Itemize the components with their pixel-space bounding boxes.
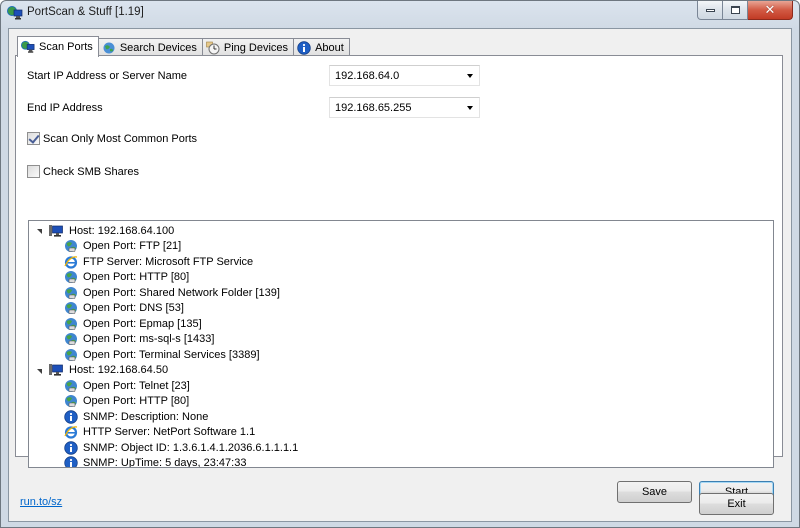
tree-item-row[interactable]: Open Port: Telnet [23] bbox=[29, 378, 773, 394]
computer-icon bbox=[48, 363, 64, 377]
scan-ports-panel: Start IP Address or Server Name 192.168.… bbox=[15, 55, 783, 503]
item-label: Open Port: HTTP [80] bbox=[83, 271, 190, 284]
expand-arrow-icon[interactable] bbox=[37, 229, 42, 235]
tree-item-row[interactable]: Open Port: FTP [21] bbox=[29, 239, 773, 255]
start-ip-value: 192.168.64.0 bbox=[335, 69, 400, 82]
host-label: Host: 192.168.64.50 bbox=[69, 364, 169, 377]
common-ports-label: Scan Only Most Common Ports bbox=[43, 132, 198, 145]
item-label: Open Port: Shared Network Folder [139] bbox=[83, 286, 280, 299]
tree-item-row[interactable]: Open Port: HTTP [80] bbox=[29, 394, 773, 410]
globe-icon bbox=[64, 317, 78, 331]
client-area: Scan Ports Search Devices Ping Devices A… bbox=[8, 28, 792, 522]
exit-button-label: Exit bbox=[727, 498, 746, 510]
close-button[interactable]: ✕ bbox=[748, 1, 793, 20]
common-ports-checkbox[interactable] bbox=[27, 132, 40, 145]
maximize-icon bbox=[730, 6, 740, 14]
minimize-button[interactable] bbox=[697, 1, 723, 20]
tree-item-row[interactable]: SNMP: Object ID: 1.3.6.1.4.1.2036.6.1.1.… bbox=[29, 440, 773, 456]
info-icon bbox=[64, 410, 78, 424]
caption-buttons: ✕ bbox=[697, 1, 793, 20]
tree-item-row[interactable]: SNMP: UpTime: 5 days, 23:47:33 bbox=[29, 456, 773, 468]
tab-label: Search Devices bbox=[119, 41, 197, 54]
item-label: HTTP Server: NetPort Software 1.1 bbox=[83, 426, 256, 439]
globe-icon bbox=[64, 332, 78, 346]
chevron-down-icon[interactable] bbox=[467, 106, 473, 110]
tree-item-row[interactable]: HTTP Server: NetPort Software 1.1 bbox=[29, 425, 773, 441]
end-ip-label: End IP Address bbox=[27, 102, 103, 114]
save-button-label: Save bbox=[641, 486, 668, 498]
expand-arrow-icon[interactable] bbox=[37, 368, 42, 374]
computer-icon bbox=[48, 224, 64, 238]
app-window: PortScan & Stuff [1.19] ✕ Scan Ports Sea… bbox=[0, 0, 800, 528]
tab-about[interactable]: About bbox=[293, 38, 350, 56]
info-icon bbox=[64, 456, 78, 467]
globe-icon bbox=[64, 286, 78, 300]
globe-icon bbox=[64, 348, 78, 362]
tab-scan-ports[interactable]: Scan Ports bbox=[17, 36, 99, 57]
tree-host-row[interactable]: Host: 192.168.64.100 bbox=[29, 223, 773, 239]
info-icon bbox=[64, 441, 78, 455]
globe-search-icon bbox=[103, 42, 115, 53]
tree-item-row[interactable]: SNMP: Description: None bbox=[29, 409, 773, 425]
globe-icon bbox=[64, 379, 78, 393]
tab-strip: Scan Ports Search Devices Ping Devices A… bbox=[17, 36, 350, 57]
end-ip-value: 192.168.65.255 bbox=[335, 101, 412, 114]
info-icon bbox=[297, 40, 311, 55]
tab-ping-devices[interactable]: Ping Devices bbox=[201, 38, 295, 56]
end-ip-combobox[interactable]: 192.168.65.255 bbox=[329, 97, 480, 118]
smb-shares-checkbox[interactable] bbox=[27, 165, 40, 178]
globe-icon bbox=[64, 301, 78, 315]
window-title: PortScan & Stuff [1.19] bbox=[27, 6, 144, 18]
network-computer-icon bbox=[21, 40, 35, 53]
tab-label: About bbox=[315, 41, 344, 54]
chevron-down-icon[interactable] bbox=[467, 74, 473, 78]
tree-item-row[interactable]: FTP Server: Microsoft FTP Service bbox=[29, 254, 773, 270]
globe-icon bbox=[64, 239, 78, 253]
title-bar[interactable]: PortScan & Stuff [1.19] ✕ bbox=[1, 1, 799, 25]
item-label: Open Port: ms-sql-s [1433] bbox=[83, 333, 215, 346]
close-icon: ✕ bbox=[764, 2, 776, 18]
host-label: Host: 192.168.64.100 bbox=[69, 224, 175, 237]
tree-item-row[interactable]: Open Port: ms-sql-s [1433] bbox=[29, 332, 773, 348]
item-label: Open Port: DNS [53] bbox=[83, 302, 184, 315]
results-tree[interactable]: Host: 192.168.64.100 Open Port: FTP [21] F… bbox=[28, 220, 774, 468]
start-ip-combobox[interactable]: 192.168.64.0 bbox=[329, 65, 480, 86]
item-label: Open Port: Telnet [23] bbox=[83, 379, 190, 392]
item-label: FTP Server: Microsoft FTP Service bbox=[83, 255, 254, 268]
tree-item-row[interactable]: Open Port: Shared Network Folder [139] bbox=[29, 285, 773, 301]
website-link[interactable]: run.to/sz bbox=[20, 496, 62, 508]
globe-icon bbox=[64, 394, 78, 408]
ie-icon bbox=[64, 255, 78, 269]
tree-host-row[interactable]: Host: 192.168.64.50 bbox=[29, 363, 773, 379]
common-ports-option[interactable]: Scan Only Most Common Ports bbox=[27, 132, 197, 145]
stopwatch-icon bbox=[206, 41, 220, 54]
tab-label: Scan Ports bbox=[39, 41, 93, 53]
start-ip-label: Start IP Address or Server Name bbox=[27, 70, 187, 82]
globe-icon bbox=[64, 270, 78, 284]
tree-item-row[interactable]: Open Port: Terminal Services [3389] bbox=[29, 347, 773, 363]
smb-shares-label: Check SMB Shares bbox=[43, 165, 139, 178]
tree-item-row[interactable]: Open Port: DNS [53] bbox=[29, 301, 773, 317]
app-icon bbox=[7, 6, 23, 20]
maximize-button[interactable] bbox=[723, 1, 748, 20]
tree-item-row[interactable]: Open Port: HTTP [80] bbox=[29, 270, 773, 286]
tab-search-devices[interactable]: Search Devices bbox=[97, 38, 203, 56]
tab-label: Ping Devices bbox=[223, 41, 289, 54]
item-label: SNMP: UpTime: 5 days, 23:47:33 bbox=[83, 457, 247, 468]
item-label: SNMP: Description: None bbox=[83, 410, 209, 423]
smb-shares-option[interactable]: Check SMB Shares bbox=[27, 165, 139, 178]
item-label: Open Port: Epmap [135] bbox=[83, 317, 202, 330]
save-button[interactable]: Save bbox=[617, 481, 692, 503]
item-label: Open Port: FTP [21] bbox=[83, 240, 182, 253]
exit-button[interactable]: Exit bbox=[699, 493, 774, 515]
item-label: SNMP: Object ID: 1.3.6.1.4.1.2036.6.1.1.… bbox=[83, 441, 299, 454]
minimize-icon bbox=[705, 8, 715, 12]
item-label: Open Port: HTTP [80] bbox=[83, 395, 190, 408]
tree-item-row[interactable]: Open Port: Epmap [135] bbox=[29, 316, 773, 332]
ie-icon bbox=[64, 425, 78, 439]
item-label: Open Port: Terminal Services [3389] bbox=[83, 348, 260, 361]
